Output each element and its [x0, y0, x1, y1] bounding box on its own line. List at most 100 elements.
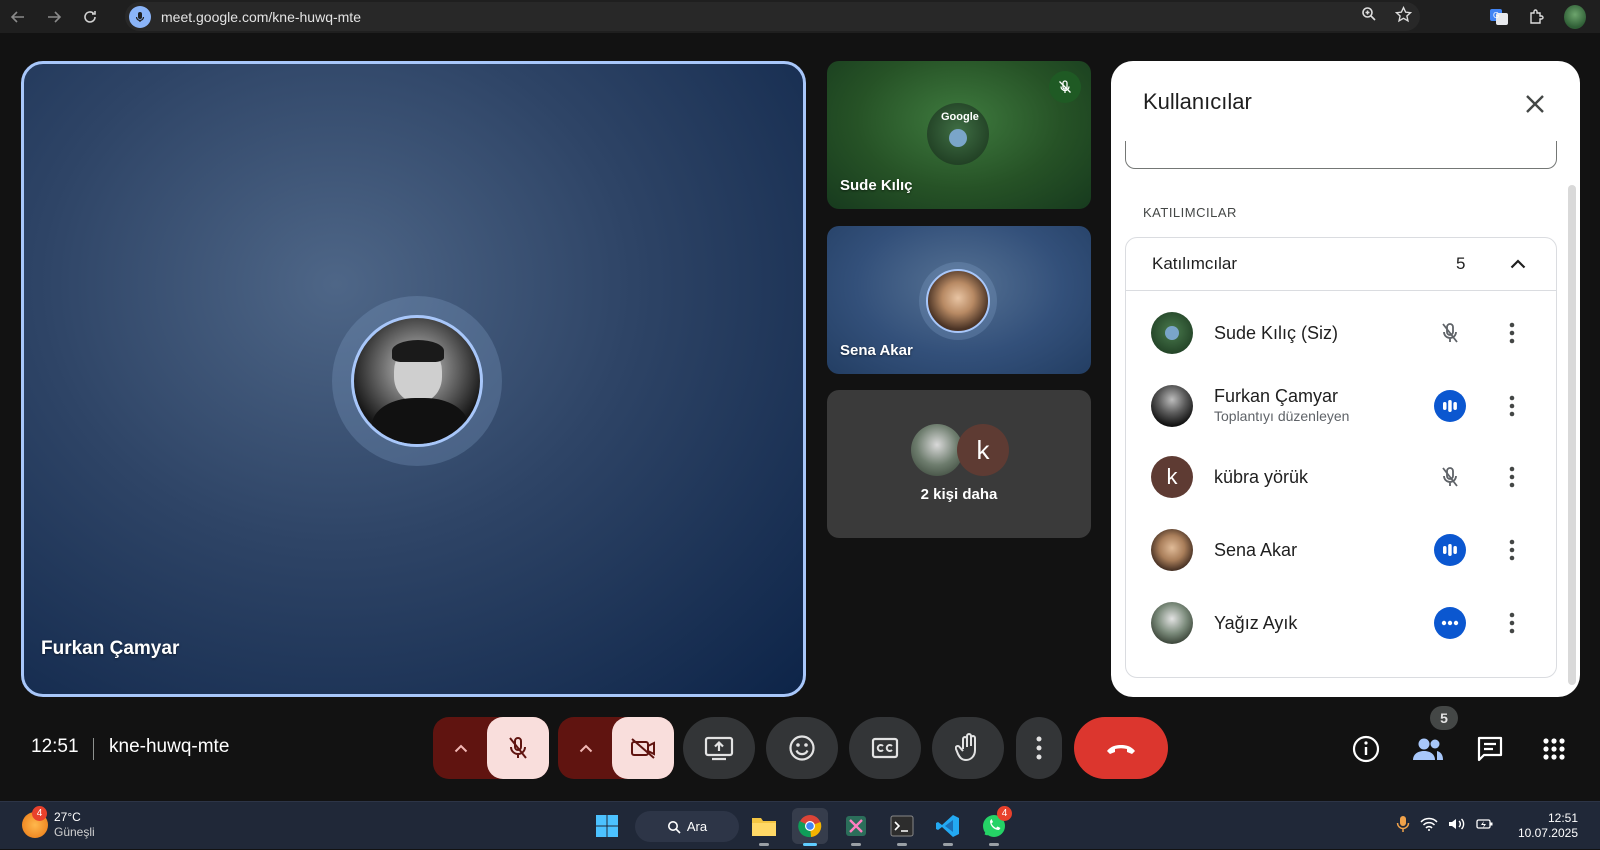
clock-time: 12:51 [1547, 811, 1578, 825]
scrollbar[interactable] [1568, 185, 1576, 685]
wifi-icon[interactable] [1420, 817, 1438, 836]
participant-name: kübra yörük [1214, 467, 1309, 487]
close-icon[interactable] [1520, 89, 1550, 119]
speaking-ring [919, 262, 997, 340]
main-tile-name: Furkan Çamyar [41, 638, 180, 659]
taskbar-search[interactable]: Ara [635, 811, 739, 842]
more-participants-tile[interactable]: k 2 kişi daha [827, 390, 1091, 538]
battery-icon[interactable] [1476, 817, 1494, 836]
back-icon[interactable] [0, 0, 36, 33]
participant-name: Yağız Ayık [1214, 613, 1298, 633]
address-bar[interactable]: meet.google.com/kne-huwq-mte [125, 2, 1420, 31]
weather-widget[interactable]: 4 27°C Güneşli [22, 806, 95, 840]
mic-toggle-button[interactable] [487, 717, 549, 779]
more-options-button[interactable] [1016, 717, 1062, 779]
participant-row[interactable]: Sude Kılıç (Siz) [1126, 304, 1556, 364]
people-count-badge: 5 [1430, 706, 1458, 730]
participant-row[interactable]: Sena Akar [1126, 521, 1556, 581]
more-options-icon[interactable] [1500, 607, 1524, 639]
browser-toolbar: meet.google.com/kne-huwq-mte G [0, 0, 1600, 33]
end-call-button[interactable] [1074, 717, 1168, 779]
more-options-icon[interactable] [1500, 390, 1524, 422]
avatar-letter: k [957, 424, 1009, 476]
bookmark-star-icon[interactable] [1394, 5, 1413, 28]
chevron-up-icon[interactable] [433, 717, 489, 779]
vscode-icon[interactable] [930, 808, 966, 846]
people-icon[interactable] [1412, 733, 1444, 765]
more-dots-icon [1434, 607, 1466, 639]
participant-name: Furkan Çamyar [1214, 386, 1339, 406]
notification-badge: 4 [32, 806, 47, 821]
muted-mic-icon[interactable] [1434, 317, 1466, 349]
microphone-in-use-icon[interactable] [1396, 815, 1410, 838]
participants-group: Katılımcılar 5 Sude Kılıç (Siz) Furkan Ç… [1125, 237, 1557, 678]
more-options-icon[interactable] [1500, 461, 1524, 493]
translate-extension-icon[interactable]: G [1488, 6, 1510, 28]
avatar [911, 424, 963, 476]
reactions-emoji-button[interactable] [766, 717, 838, 779]
muted-mic-icon [1049, 71, 1081, 103]
participant-row[interactable]: k kübra yörük [1126, 448, 1556, 508]
divider [93, 738, 94, 760]
muted-mic-icon[interactable] [1434, 461, 1466, 493]
start-button[interactable] [589, 808, 625, 844]
profile-avatar[interactable] [1564, 4, 1586, 29]
speaking-ring [332, 296, 502, 466]
participant-name: Sude Kılıç (Siz) [1214, 323, 1339, 343]
avatar [926, 269, 990, 333]
speaking-icon [1434, 390, 1466, 422]
participant-role: Toplantıyı düzenleyen [1214, 408, 1350, 424]
participant-tile-sude[interactable]: Google Sude Kılıç [827, 61, 1091, 209]
participant-row[interactable]: Yağız Ayık [1126, 594, 1556, 654]
avatar [1151, 385, 1193, 427]
notification-badge: 4 [997, 806, 1012, 821]
captions-button[interactable] [849, 717, 921, 779]
chevron-up-icon[interactable] [558, 717, 614, 779]
group-count: 5 [1456, 254, 1466, 273]
participant-tile-sena[interactable]: Sena Akar [827, 226, 1091, 374]
zoom-icon[interactable] [1361, 6, 1377, 27]
extensions-puzzle-icon[interactable] [1526, 6, 1548, 28]
snipping-tool-icon[interactable] [838, 808, 874, 846]
url-text: meet.google.com/kne-huwq-mte [161, 8, 361, 25]
avatar [351, 315, 483, 447]
group-header[interactable]: Katılımcılar 5 [1126, 238, 1556, 291]
chevron-up-icon[interactable] [1506, 252, 1530, 276]
camera-toggle-button[interactable] [612, 717, 674, 779]
system-clock[interactable]: 12:51 10.07.2025 [1518, 811, 1578, 841]
group-title: Katılımcılar [1152, 254, 1238, 273]
participant-row[interactable]: Furkan Çamyar Toplantıyı düzenleyen [1126, 377, 1556, 437]
search-icon [667, 820, 681, 834]
avatar [1151, 602, 1193, 644]
tile-name: Sena Akar [840, 342, 913, 359]
forward-icon[interactable] [36, 0, 72, 33]
panel-title: Kullanıcılar [1143, 89, 1252, 114]
section-label: KATILIMCILAR [1143, 205, 1237, 220]
volume-icon[interactable] [1448, 817, 1466, 836]
chrome-icon[interactable] [792, 808, 828, 846]
system-tray: 12:51 10.07.2025 [1396, 802, 1600, 850]
meeting-time: 12:51 [31, 736, 79, 757]
more-options-icon[interactable] [1500, 534, 1524, 566]
weather-condition: Güneşli [54, 825, 95, 839]
avatar [1151, 529, 1193, 571]
activities-grid-icon[interactable] [1538, 733, 1570, 765]
search-people-input[interactable] [1125, 141, 1557, 169]
more-options-icon[interactable] [1500, 317, 1524, 349]
tile-name: Sude Kılıç [840, 177, 913, 194]
raise-hand-button[interactable] [932, 717, 1004, 779]
speaking-icon [1434, 534, 1466, 566]
clock-date: 10.07.2025 [1517, 826, 1578, 840]
chat-icon[interactable] [1474, 733, 1506, 765]
whatsapp-icon[interactable]: 4 [976, 806, 1012, 846]
meeting-info-icon[interactable] [1350, 733, 1382, 765]
mic-control-group [433, 717, 549, 779]
terminal-icon[interactable] [884, 808, 920, 846]
mic-in-use-icon[interactable] [129, 5, 151, 28]
file-explorer-icon[interactable] [746, 808, 782, 846]
reload-icon[interactable] [72, 0, 108, 33]
weather-temperature: 27°C [54, 810, 81, 824]
present-screen-button[interactable] [683, 717, 755, 779]
weather-sun-icon: 4 [22, 806, 48, 838]
meeting-code: kne-huwq-mte [109, 736, 230, 757]
